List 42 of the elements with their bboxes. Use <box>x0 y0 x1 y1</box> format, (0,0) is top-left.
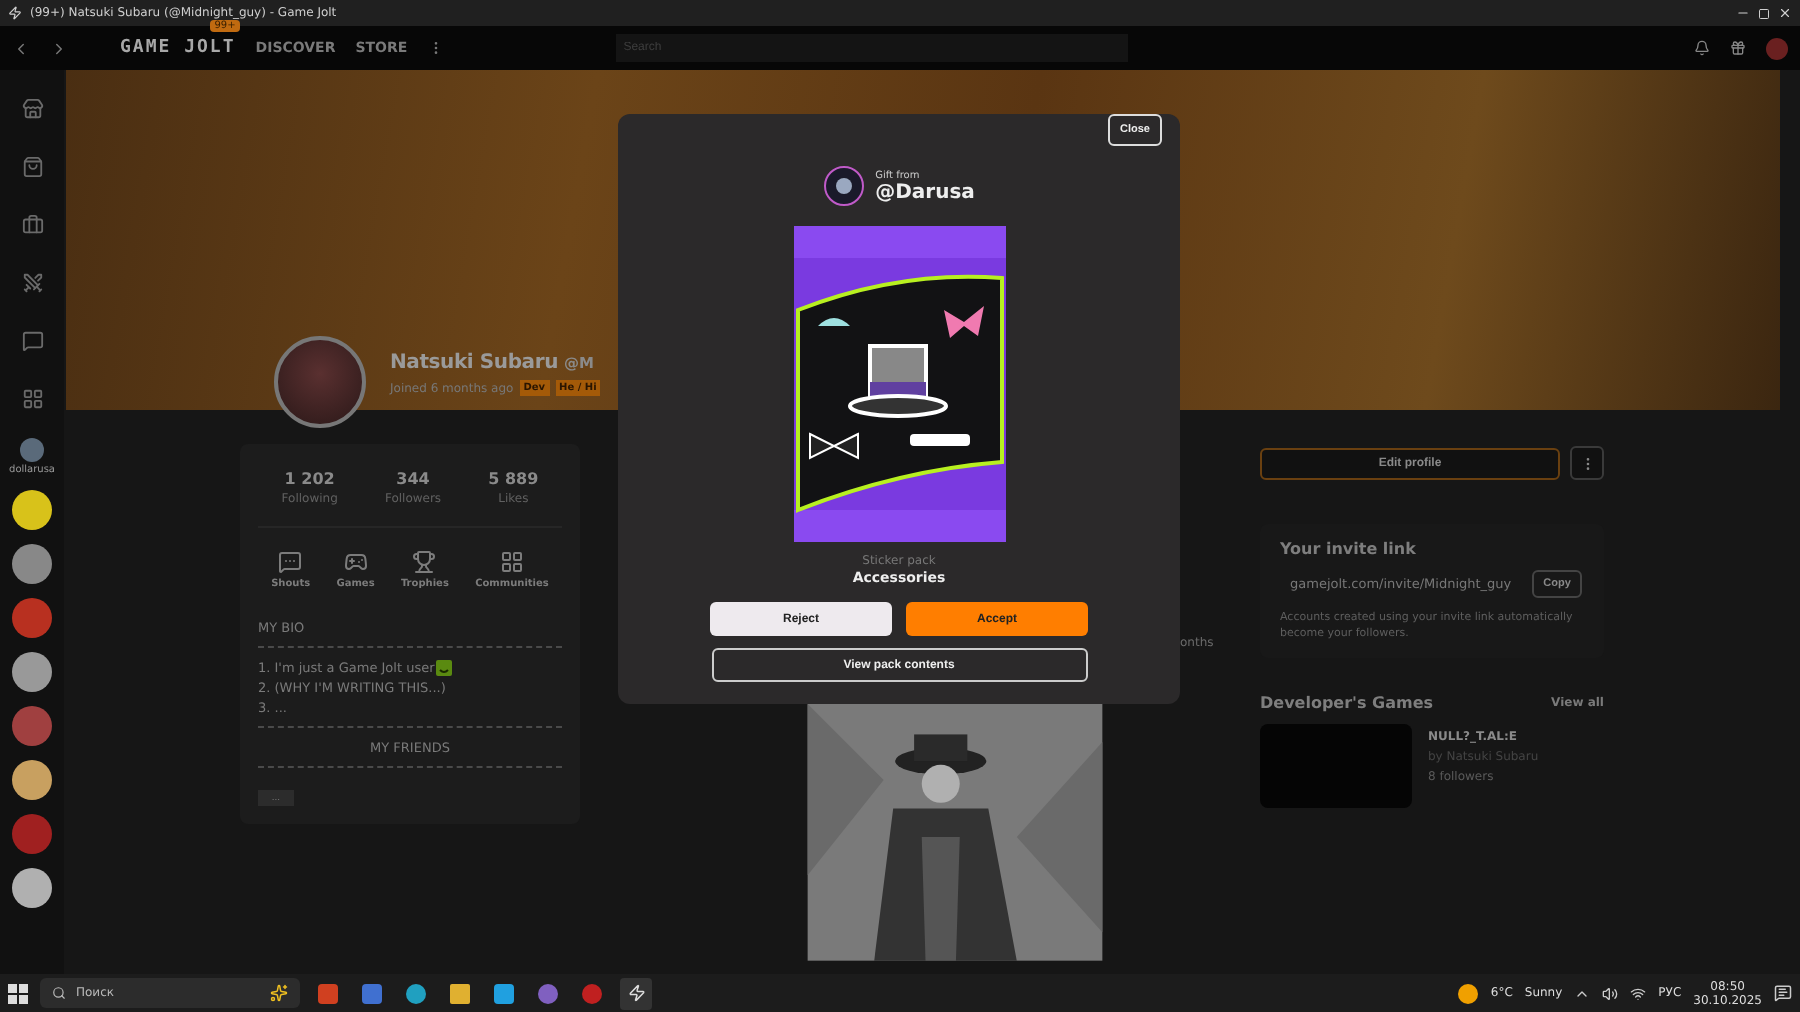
windows-icon[interactable] <box>8 983 28 1003</box>
network-icon[interactable] <box>1630 985 1647 1001</box>
community-avatar[interactable] <box>12 760 52 800</box>
app-icon <box>8 6 22 20</box>
store-icon[interactable] <box>21 97 43 119</box>
sender-avatar <box>823 166 864 206</box>
taskbar-app[interactable] <box>620 977 652 1009</box>
notifications-icon[interactable] <box>1774 984 1792 1002</box>
minimize-icon[interactable] <box>1736 6 1750 20</box>
briefcase-icon[interactable] <box>21 213 43 235</box>
grid-icon[interactable] <box>21 387 43 409</box>
close-icon[interactable] <box>1778 6 1792 20</box>
lightning-icon <box>627 984 645 1002</box>
card-title: Your invite link <box>1280 540 1418 558</box>
stat-value: 5 889 <box>488 470 539 488</box>
bell-icon[interactable] <box>1694 40 1710 56</box>
sun-icon <box>1458 983 1479 1003</box>
trophy-icon <box>412 550 437 574</box>
gamepad-icon <box>343 550 368 574</box>
section-title: Developer's Games <box>1260 694 1434 712</box>
community-avatar[interactable] <box>12 490 52 530</box>
swords-icon[interactable] <box>21 271 43 293</box>
speaker-icon[interactable] <box>1602 985 1619 1001</box>
community-avatar[interactable] <box>12 544 52 584</box>
community-avatar[interactable] <box>12 652 52 692</box>
bag-icon[interactable] <box>21 155 43 177</box>
profile-name: Natsuki Subaru <box>390 352 559 374</box>
sender-name: @Darusa <box>875 181 975 203</box>
back-icon[interactable] <box>12 39 30 57</box>
chat-icon[interactable] <box>21 329 43 351</box>
search-icon <box>52 986 66 1000</box>
stat-value: 1 202 <box>284 470 335 488</box>
grid-icon <box>499 550 524 574</box>
gift-icon[interactable] <box>1730 40 1746 56</box>
community-avatar[interactable] <box>12 868 52 908</box>
speech-bubble-icon <box>278 550 303 574</box>
smiley-icon <box>436 660 453 676</box>
forward-icon[interactable] <box>50 39 68 57</box>
sparkles-icon <box>270 984 288 1002</box>
logo[interactable]: GAME JOLT <box>120 38 236 58</box>
restore-icon[interactable] <box>1758 7 1770 19</box>
stat-value: 344 <box>396 470 430 488</box>
